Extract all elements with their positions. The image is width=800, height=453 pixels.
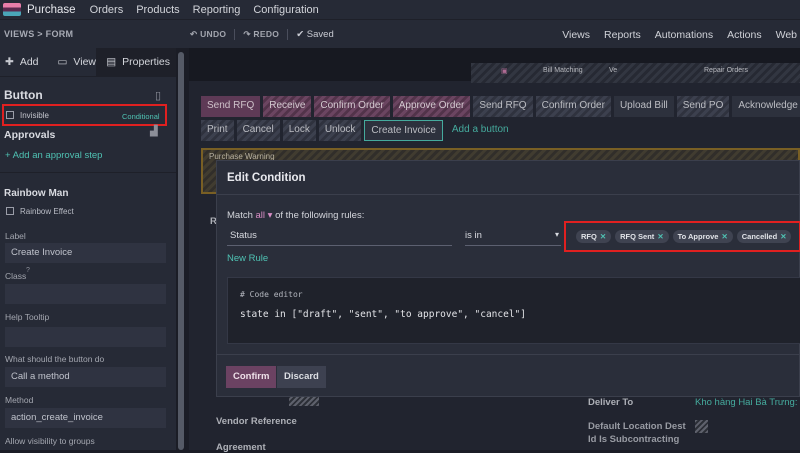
- sidebar-tabs: ✚ Add ▭ View ▤ Properties: [0, 47, 176, 77]
- menu-reporting[interactable]: Reporting: [193, 4, 241, 16]
- label-field-label: Label: [5, 231, 26, 241]
- menu-orders[interactable]: Orders: [90, 4, 124, 16]
- help-tooltip-label: Help Tooltip: [5, 312, 50, 322]
- edit-condition-dialog: Edit Condition Match all ▾ of the follow…: [216, 160, 800, 397]
- code-domain-expression: state in ["draft", "sent", "to approve",…: [240, 309, 526, 320]
- purchase-app-icon[interactable]: [3, 3, 21, 16]
- button-action-select[interactable]: Call a method: [5, 367, 166, 387]
- tab-add[interactable]: ✚ Add: [0, 56, 39, 68]
- properties-sidebar: ✚ Add ▭ View ▤ Properties Button ▯ Invisibl…: [0, 47, 176, 450]
- tag-to-approve: To Approve ✕: [672, 230, 733, 243]
- help-icon: ?: [26, 267, 30, 274]
- rule-field-select[interactable]: Status: [227, 230, 452, 246]
- tag-remove-icon[interactable]: ✕: [721, 232, 727, 241]
- top-navbar: Purchase Orders Products Reporting Confi…: [0, 0, 800, 19]
- method-input[interactable]: action_create_invoice: [5, 408, 166, 428]
- tag-remove-icon[interactable]: ✕: [657, 232, 663, 241]
- tab-view[interactable]: ▭ View: [53, 56, 97, 68]
- help-tooltip-input[interactable]: [5, 327, 166, 347]
- properties-icon: ▤: [106, 56, 117, 68]
- visibility-groups-label: Allow visibility to groups: [5, 436, 95, 446]
- section-divider: [0, 172, 176, 173]
- undo-button[interactable]: ↶ UNDO: [190, 29, 226, 40]
- label-input[interactable]: Create Invoice: [5, 243, 166, 263]
- dialog-title: Edit Condition: [217, 161, 799, 195]
- rainbow-man-title: Rainbow Man: [4, 188, 69, 199]
- add-approval-step-link[interactable]: + Add an approval step: [5, 150, 102, 161]
- menu-automations[interactable]: Automations: [655, 29, 713, 41]
- saved-status: ✔ Saved: [296, 28, 334, 40]
- rule-operator-select[interactable]: is in ▾: [465, 230, 561, 246]
- check-icon: ✔: [296, 28, 307, 40]
- menu-web[interactable]: Web: [776, 29, 797, 41]
- tag-rfq-sent: RFQ Sent ✕: [615, 230, 669, 243]
- class-field-label: Class: [5, 271, 27, 281]
- app-name[interactable]: Purchase: [27, 4, 76, 16]
- match-all-select[interactable]: all ▾: [256, 210, 273, 221]
- monitor-icon: ▭: [57, 56, 68, 68]
- toolbar-divider: [287, 28, 289, 40]
- match-rule-line: Match all ▾ of the following rules:: [227, 210, 365, 221]
- rainbow-effect-row[interactable]: Rainbow Effect: [6, 207, 74, 216]
- plus-icon: +: [5, 150, 13, 161]
- code-editor[interactable]: # Code editor state in ["draft", "sent",…: [227, 277, 800, 344]
- tag-rfq: RFQ ✕: [576, 230, 612, 243]
- redo-button[interactable]: ↷ REDO: [243, 29, 279, 40]
- invisible-checkbox-row[interactable]: Invisible: [6, 111, 49, 120]
- redo-icon: ↷: [243, 28, 254, 39]
- toolbar-divider: [234, 28, 236, 40]
- invisible-checkbox[interactable]: [6, 111, 14, 119]
- confirm-button[interactable]: Confirm: [226, 366, 277, 388]
- document-icon[interactable]: ▯: [155, 89, 161, 102]
- tag-cancelled: Cancelled ✕: [736, 230, 792, 243]
- scrollbar-thumb[interactable]: [178, 52, 184, 450]
- rule-value-tags[interactable]: RFQ ✕ RFQ Sent ✕ To Approve ✕ Cancelled ✕: [564, 221, 800, 252]
- breadcrumb[interactable]: VIEWS > FORM: [4, 29, 190, 39]
- method-label: Method: [5, 395, 34, 405]
- discard-button[interactable]: Discard: [277, 366, 326, 388]
- code-comment: # Code editor: [240, 290, 303, 299]
- button-action-label: What should the button do: [5, 354, 105, 364]
- tag-remove-icon[interactable]: ✕: [600, 232, 606, 241]
- caret-down-icon: ▾: [267, 210, 273, 221]
- studio-toolbar: VIEWS > FORM ↶ UNDO ↷ REDO ✔ Saved Views…: [0, 19, 800, 48]
- section-title-button: Button: [4, 88, 43, 102]
- approvals-icon: ▟: [150, 126, 158, 137]
- undo-icon: ↶: [190, 28, 201, 39]
- dialog-footer: Confirm Discard: [217, 354, 800, 398]
- new-rule-link[interactable]: New Rule: [227, 253, 268, 264]
- menu-products[interactable]: Products: [136, 4, 179, 16]
- tag-remove-icon[interactable]: ✕: [780, 232, 786, 241]
- plus-icon: ✚: [5, 56, 14, 68]
- menu-views[interactable]: Views: [562, 29, 590, 41]
- caret-down-icon: ▾: [554, 230, 559, 239]
- sidebar-scrollbar[interactable]: [178, 48, 184, 450]
- rainbow-effect-checkbox[interactable]: [6, 207, 14, 215]
- conditional-badge[interactable]: Conditional: [122, 112, 160, 121]
- approvals-title: Approvals: [4, 129, 56, 141]
- class-input[interactable]: [5, 284, 166, 304]
- studio-right-menu: Views Reports Automations Actions Web: [562, 20, 800, 49]
- menu-reports[interactable]: Reports: [604, 29, 641, 41]
- menu-actions[interactable]: Actions: [727, 29, 761, 41]
- menu-configuration[interactable]: Configuration: [253, 4, 318, 16]
- tab-properties[interactable]: ▤ Properties: [96, 47, 176, 77]
